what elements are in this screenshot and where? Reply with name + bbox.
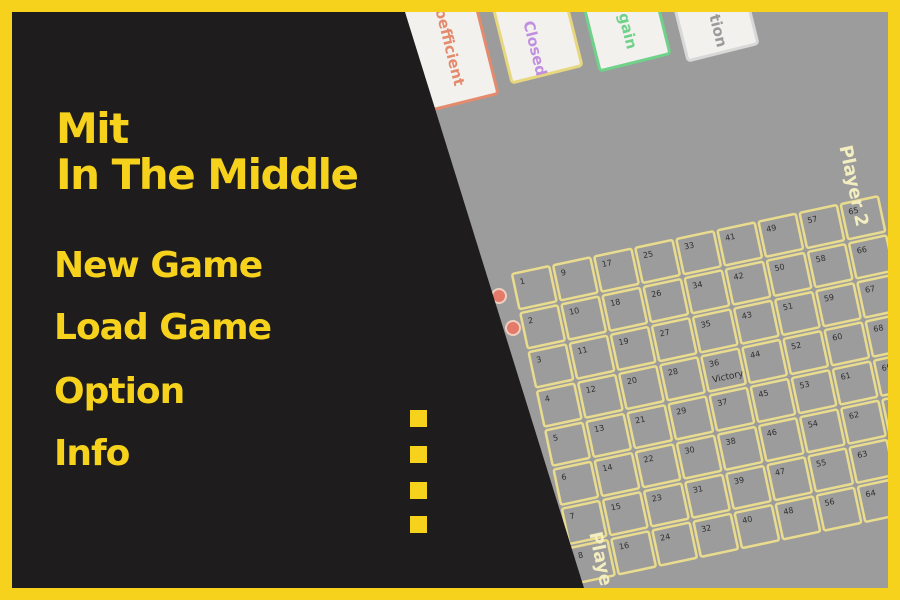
new-game-button[interactable]: New Game [54,248,263,284]
scroll-indicator [410,410,428,536]
info-button[interactable]: Info [54,436,130,472]
scroll-dot [410,410,427,427]
game-menu-screen: Coefficient Closed gain tion 1 2 3 4 5 6 7 8 9 10… [12,12,888,588]
scroll-dot [410,482,427,499]
game-title-line2: In The Middle [56,150,359,199]
menu-panel [12,12,584,588]
scroll-dot [410,446,427,463]
scroll-dot [410,516,427,533]
load-game-button[interactable]: Load Game [54,310,272,346]
game-title-line1: Mit [56,104,129,153]
option-button[interactable]: Option [54,374,185,410]
